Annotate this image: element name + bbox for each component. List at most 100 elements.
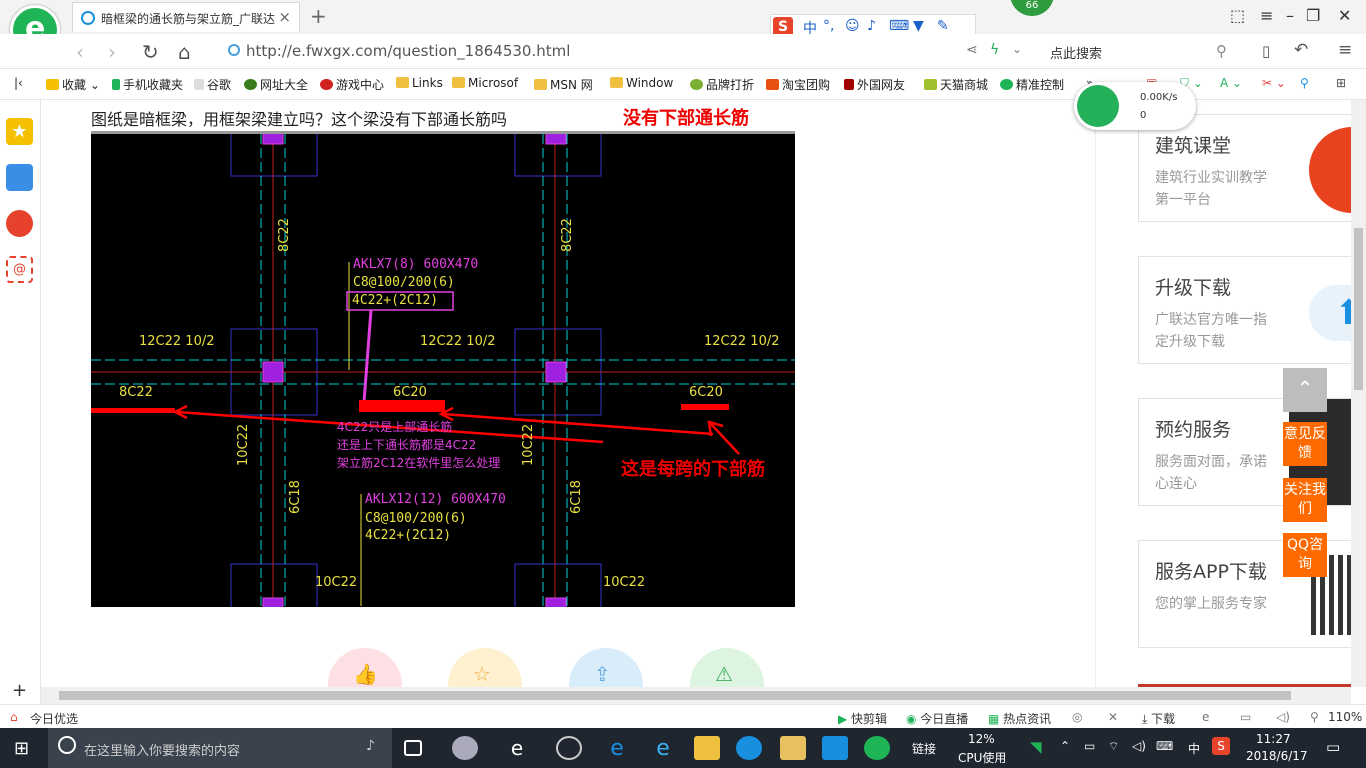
bookmark-item[interactable]: 天猫商城	[924, 76, 988, 93]
app-explorer-icon[interactable]	[694, 736, 720, 760]
home-icon[interactable]: ⌂	[178, 40, 191, 64]
bookmark-item[interactable]: 淘宝团购	[766, 76, 830, 93]
app-notes-icon[interactable]	[780, 736, 806, 760]
battery-icon[interactable]: ▭	[1084, 739, 1095, 753]
share-button[interactable]: ⇪	[569, 648, 643, 687]
favorites-star-icon[interactable]: ★	[6, 118, 33, 145]
share-icon[interactable]: ⋖	[966, 42, 978, 58]
dropdown-icon[interactable]: ⌄	[1012, 42, 1022, 56]
bookmark-item[interactable]: Links	[396, 76, 443, 90]
like-button[interactable]: 👍	[328, 648, 402, 687]
bookmark-item[interactable]: Microsof	[452, 76, 518, 90]
ime-emoji-icon[interactable]: ☺	[845, 18, 860, 34]
tab-close-icon[interactable]: ×	[278, 8, 291, 26]
add-sidebar-icon[interactable]: +	[12, 680, 27, 701]
tray-arrow-icon[interactable]: ⌃	[1060, 739, 1070, 753]
quick-clip-link[interactable]: ▶ 快剪辑	[838, 710, 887, 727]
task-view-icon[interactable]	[404, 740, 422, 756]
apps-grid-icon[interactable]: ⊞	[1336, 76, 1346, 90]
app-browser-active-icon[interactable]	[864, 736, 890, 760]
ie-mode-icon[interactable]: e	[1202, 710, 1209, 724]
bookmark-item[interactable]: 品牌打折	[690, 76, 754, 93]
address-bar[interactable]: http://e.fwxgx.com/question_1864530.html…	[224, 37, 1022, 65]
notifications-icon[interactable]: ▭	[1326, 738, 1340, 756]
follow-us-button[interactable]: 关注我们	[1283, 478, 1327, 522]
ime-indicator[interactable]: 中	[1188, 740, 1200, 757]
app-edge-icon[interactable]: e	[604, 736, 630, 761]
menu-icon[interactable]: ≡	[1260, 6, 1273, 25]
bookmark-item[interactable]: MSN 网	[534, 76, 593, 93]
bookmark-item[interactable]: 谷歌	[194, 76, 231, 93]
ime-keyboard-icon[interactable]: ⌨	[889, 18, 909, 34]
feedback-button[interactable]: 意见反馈	[1283, 422, 1327, 466]
ime-punct-icon[interactable]: °,	[823, 18, 834, 34]
ime-skin-icon[interactable]: ▼	[913, 18, 924, 34]
search-icon[interactable]: ⚲	[1216, 42, 1227, 60]
shirt-icon[interactable]: ⬚	[1230, 6, 1245, 25]
refresh-icon[interactable]: ↻	[142, 40, 159, 64]
app-ie-icon[interactable]: e	[504, 736, 530, 760]
bookmark-item[interactable]: 精准控制	[1000, 76, 1064, 93]
sound-icon[interactable]: ◁)	[1276, 710, 1290, 724]
scroll-thumb[interactable]	[1354, 228, 1363, 390]
network-speed-widget[interactable]: 0.00K/s 0	[1074, 82, 1196, 130]
qq-consult-button[interactable]: QQ咨询	[1283, 533, 1327, 577]
horizontal-scrollbar[interactable]	[41, 687, 1351, 704]
tab-active[interactable]: 暗框梁的通长筋与架立筋_广联达 ×	[72, 2, 300, 32]
today-picks-link[interactable]: 今日优选	[30, 710, 78, 727]
scroll-thumb[interactable]	[59, 691, 1291, 700]
taskbar-search-input[interactable]: 在这里输入你要搜索的内容	[84, 740, 240, 759]
vertical-scrollbar[interactable]	[1351, 100, 1366, 687]
network-icon[interactable]: ⌔	[1108, 739, 1119, 754]
app-pinwheel-icon[interactable]	[452, 736, 478, 760]
favorite-button[interactable]: ☆	[448, 648, 522, 687]
undo-icon[interactable]: ↶	[1294, 40, 1308, 60]
tools-icon[interactable]: ✕	[1108, 710, 1118, 724]
email-icon[interactable]: @	[6, 256, 33, 283]
card-upgrade-download[interactable]: 升级下载 广联达官方唯一指定升级下载 ⬆	[1138, 256, 1351, 364]
weibo-icon[interactable]	[6, 210, 33, 237]
close-window-icon[interactable]: ✕	[1338, 6, 1351, 25]
today-picks-icon[interactable]: ⌂	[10, 710, 18, 724]
scroll-top-button[interactable]: ⌃	[1283, 368, 1327, 412]
taskbar-links[interactable]: 链接	[912, 740, 936, 757]
bookmark-item[interactable]: 收藏 ⌄	[46, 76, 100, 93]
bookmark-item[interactable]: 外国网友	[844, 76, 905, 93]
translate-icon[interactable]: A ⌄	[1220, 76, 1242, 90]
lightning-icon[interactable]: ϟ	[990, 42, 999, 58]
zoom-icon[interactable]: ⚲	[1310, 710, 1319, 724]
taskbar-search[interactable]: 在这里输入你要搜索的内容 ♪	[48, 728, 392, 768]
more-menu-icon[interactable]: ≡	[1338, 40, 1352, 60]
card-building-class[interactable]: 建筑课堂 建筑行业实训教学第一平台	[1138, 114, 1351, 222]
forward-icon[interactable]: ›	[108, 40, 116, 64]
bookmark-item[interactable]: 手机收藏夹	[112, 76, 183, 93]
window-icon[interactable]: ▭	[1240, 710, 1251, 724]
search-tool-icon[interactable]: ⚲	[1300, 76, 1309, 90]
restore-icon[interactable]: ❐	[1306, 6, 1320, 25]
app-glodon-icon[interactable]	[736, 736, 762, 760]
live-link[interactable]: ◉ 今日直播	[906, 710, 968, 727]
wifi-signal-icon[interactable]: ◥	[1030, 738, 1042, 756]
clock-time[interactable]: 11:27	[1256, 732, 1291, 746]
mobile-icon[interactable]: ▯	[1262, 42, 1270, 60]
search-box[interactable]: 点此搜索 ⚲	[1040, 37, 1240, 65]
clock-date[interactable]: 2018/6/17	[1246, 749, 1308, 763]
ime-settings-icon[interactable]: ✎	[937, 18, 949, 34]
bookmark-item[interactable]: 游戏中心	[320, 76, 384, 93]
app-tool-icon[interactable]	[822, 736, 848, 760]
reader-icon[interactable]	[6, 164, 33, 191]
speed-icon[interactable]: ◎	[1072, 710, 1082, 724]
new-tab-button[interactable]: +	[310, 4, 327, 28]
ime-voice-icon[interactable]: ♪	[867, 18, 876, 34]
minimize-icon[interactable]: –	[1286, 6, 1294, 25]
mic-icon[interactable]: ♪	[366, 738, 375, 754]
scissors-icon[interactable]: ✂ ⌄	[1262, 76, 1286, 90]
app-ie-blue-icon[interactable]: e	[650, 736, 676, 761]
sogou-tray-icon[interactable]: S	[1212, 737, 1230, 755]
report-button[interactable]: ⚠	[690, 648, 764, 687]
download-link[interactable]: ⤓ 下载	[1142, 710, 1175, 727]
sidebar-toggle-icon[interactable]: |‹	[14, 76, 23, 90]
volume-icon[interactable]: ◁)	[1132, 739, 1146, 753]
bookmark-item[interactable]: Window	[610, 76, 673, 90]
notification-badge[interactable]: 66	[1010, 0, 1054, 16]
